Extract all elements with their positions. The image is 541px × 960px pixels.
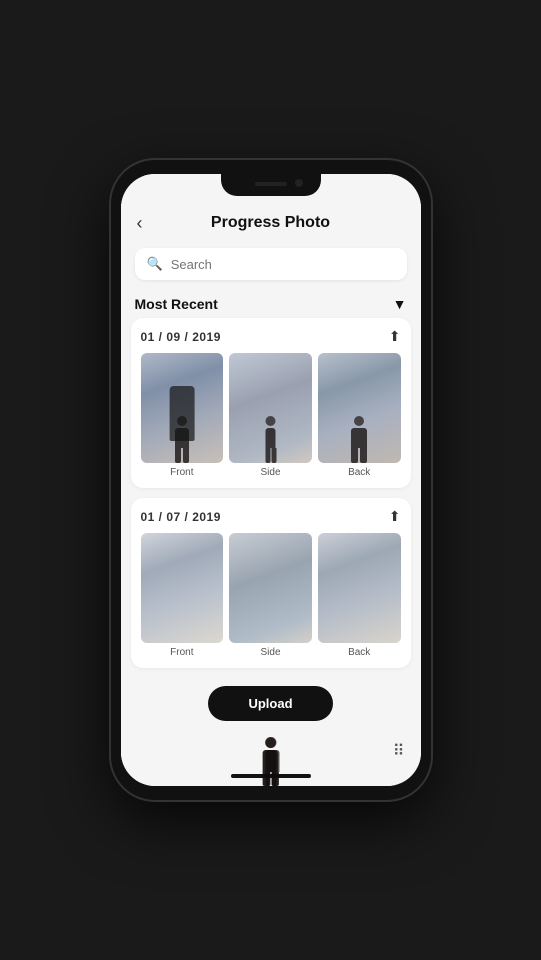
photo-label-front-1: Front [170,467,193,478]
app-content: ‹ Progress Photo 🔍 Most Recent ▼ 01 / 09… [121,174,421,786]
share-icon-1[interactable]: ⬆ [389,328,401,345]
notch [221,174,321,196]
photo-group-1: 01 / 09 / 2019 ⬆ [131,318,411,488]
photo-item-side-2[interactable]: Side [229,533,312,658]
section-header: Most Recent ▼ [121,288,421,318]
photos-grid-2: Front [141,533,401,658]
photo-group-2: 01 / 07 / 2019 ⬆ [131,498,411,668]
notch-speaker [255,182,287,186]
group-header-1: 01 / 09 / 2019 ⬆ [141,328,401,345]
photo-back-2 [318,533,401,643]
header: ‹ Progress Photo [121,204,421,240]
search-bar: 🔍 [135,248,407,280]
notch-camera [295,179,303,187]
photo-label-back-1: Back [348,467,370,478]
photos-grid-1: Front [141,353,401,478]
photo-item-front-1[interactable]: Front [141,353,224,478]
photo-label-front-2: Front [170,647,193,658]
upload-button[interactable]: Upload [208,686,332,721]
phone-screen: ‹ Progress Photo 🔍 Most Recent ▼ 01 / 09… [121,174,421,786]
grid-icon[interactable]: ⠿ [393,741,405,761]
filter-icon[interactable]: ▼ [393,296,407,312]
group-header-2: 01 / 07 / 2019 ⬆ [141,508,401,525]
search-bar-container: 🔍 [121,240,421,288]
back-button[interactable]: ‹ [137,213,143,234]
photo-item-back-2[interactable]: Back [318,533,401,658]
photo-side-2 [229,533,312,643]
photo-item-front-2[interactable]: Front [141,533,224,658]
photo-item-side-1[interactable]: Side [229,353,312,478]
upload-btn-container: Upload [121,678,421,733]
search-icon: 🔍 [147,256,163,272]
photo-front-1 [141,353,224,463]
photo-item-back-1[interactable]: Back [318,353,401,478]
share-icon-2[interactable]: ⬆ [389,508,401,525]
group-date-2: 01 / 07 / 2019 [141,510,221,524]
photo-side-1 [229,353,312,463]
photo-front-2 [141,533,224,643]
group-date-1: 01 / 09 / 2019 [141,330,221,344]
page-title: Progress Photo [211,214,330,232]
section-title: Most Recent [135,296,218,312]
phone-frame: ‹ Progress Photo 🔍 Most Recent ▼ 01 / 09… [111,160,431,800]
photo-label-side-1: Side [261,467,281,478]
photo-label-side-2: Side [261,647,281,658]
photo-back-1 [318,353,401,463]
search-input[interactable] [171,257,395,272]
photo-label-back-2: Back [348,647,370,658]
